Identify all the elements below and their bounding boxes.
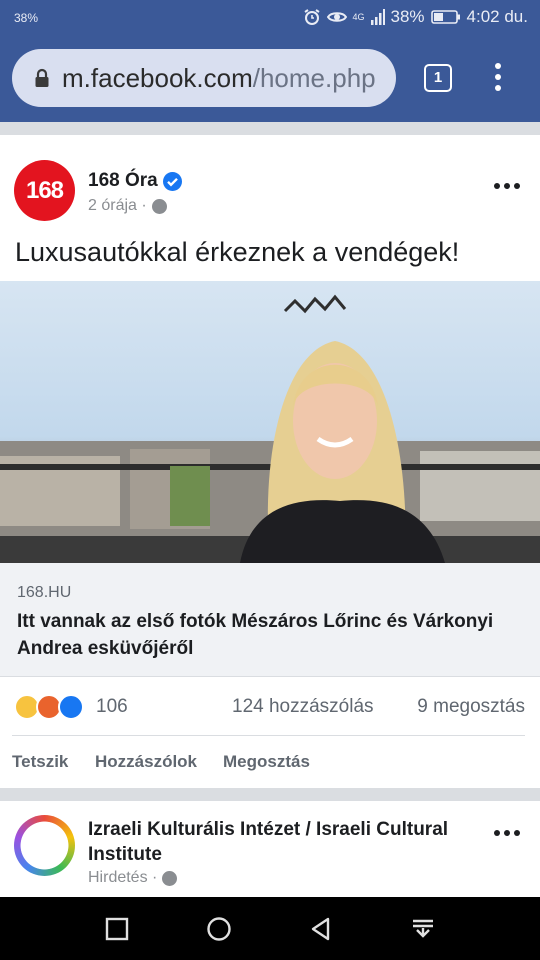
browser-chrome: 38% 4G 38% 4:02 du. m.facebook.com/home.… — [0, 0, 540, 122]
post-time[interactable]: 2 órája · — [88, 197, 147, 215]
comment-button[interactable]: Hozzászólok — [95, 752, 197, 772]
status-left-indicator: 38% — [14, 11, 39, 25]
system-navigation-bar — [0, 897, 540, 960]
share-count[interactable]: 9 megosztás — [417, 696, 525, 718]
page-name-link[interactable]: 168 Óra — [88, 170, 158, 192]
status-bar: 38% 4G 38% 4:02 du. — [0, 0, 540, 36]
post-text: Luxusautókkal érkeznek a vendégek! — [15, 237, 460, 267]
news-feed-post: 168 168 Óra 2 órája · Luxusautókkal érke… — [0, 146, 540, 788]
reaction-count[interactable]: 106 — [96, 696, 128, 718]
post-header-name: 168 Óra — [88, 170, 182, 192]
page-avatar[interactable]: 168 — [14, 160, 75, 221]
globe-icon — [162, 870, 178, 886]
address-bar[interactable]: m.facebook.com/home.php — [12, 49, 396, 107]
share-button[interactable]: Megosztás — [223, 752, 310, 772]
tab-switcher-button[interactable]: 1 — [424, 64, 452, 92]
recent-apps-icon[interactable] — [104, 916, 130, 942]
feed-separator — [0, 788, 540, 801]
post-actions: Tetszik Hozzászólok Megosztás — [0, 736, 540, 788]
post-stats: 106 124 hozzászólás 9 megosztás — [0, 677, 540, 735]
clock: 4:02 du. — [466, 7, 528, 26]
facebook-mobile-page: 38% 4G 38% 4:02 du. m.facebook.com/home.… — [0, 0, 540, 960]
notification-pull-icon[interactable] — [410, 916, 436, 942]
feed-separator — [0, 122, 540, 135]
signal-icon — [370, 9, 385, 25]
reactions-icons[interactable] — [14, 694, 90, 720]
globe-icon — [151, 198, 167, 214]
browser-menu-icon[interactable] — [488, 63, 508, 93]
lock-icon — [35, 68, 49, 87]
url-text[interactable]: m.facebook.com/home.php — [62, 63, 382, 94]
ad-page-avatar[interactable] — [14, 815, 75, 876]
link-title: Itt vannak az első fotók Mészáros Lőrinc… — [17, 611, 494, 659]
post-meta: 2 órája · — [88, 197, 167, 215]
ad-meta: Hirdetés · — [88, 869, 178, 887]
verified-badge-icon — [162, 171, 182, 191]
home-icon[interactable] — [206, 916, 232, 942]
network-label: 4G — [352, 12, 365, 22]
like-reaction-icon — [58, 694, 84, 720]
url-host: m.facebook.com — [62, 62, 253, 93]
post-options-icon[interactable] — [494, 183, 520, 191]
sponsored-label: Hirdetés · — [88, 869, 158, 886]
comment-count[interactable]: 124 hozzászólás — [232, 696, 374, 718]
like-button[interactable]: Tetszik — [12, 752, 68, 772]
link-preview-image[interactable] — [0, 281, 540, 563]
status-right: 4G 38% 4:02 du. — [303, 7, 528, 27]
ad-page-name[interactable]: Izraeli Kulturális Intézet / Israeli Cul… — [88, 817, 488, 867]
link-preview[interactable]: 168.HU Itt vannak az első fotók Mészáros… — [0, 563, 540, 677]
battery-percent: 38% — [390, 7, 425, 26]
eye-icon — [326, 12, 347, 22]
url-path: /home.php — [252, 62, 376, 93]
back-icon[interactable] — [308, 916, 334, 942]
ad-options-icon[interactable] — [494, 830, 520, 838]
alarm-icon — [303, 9, 320, 25]
sponsored-post: Izraeli Kulturális Intézet / Israeli Cul… — [0, 801, 540, 897]
battery-icon — [430, 10, 460, 24]
link-domain: 168.HU — [17, 584, 72, 601]
